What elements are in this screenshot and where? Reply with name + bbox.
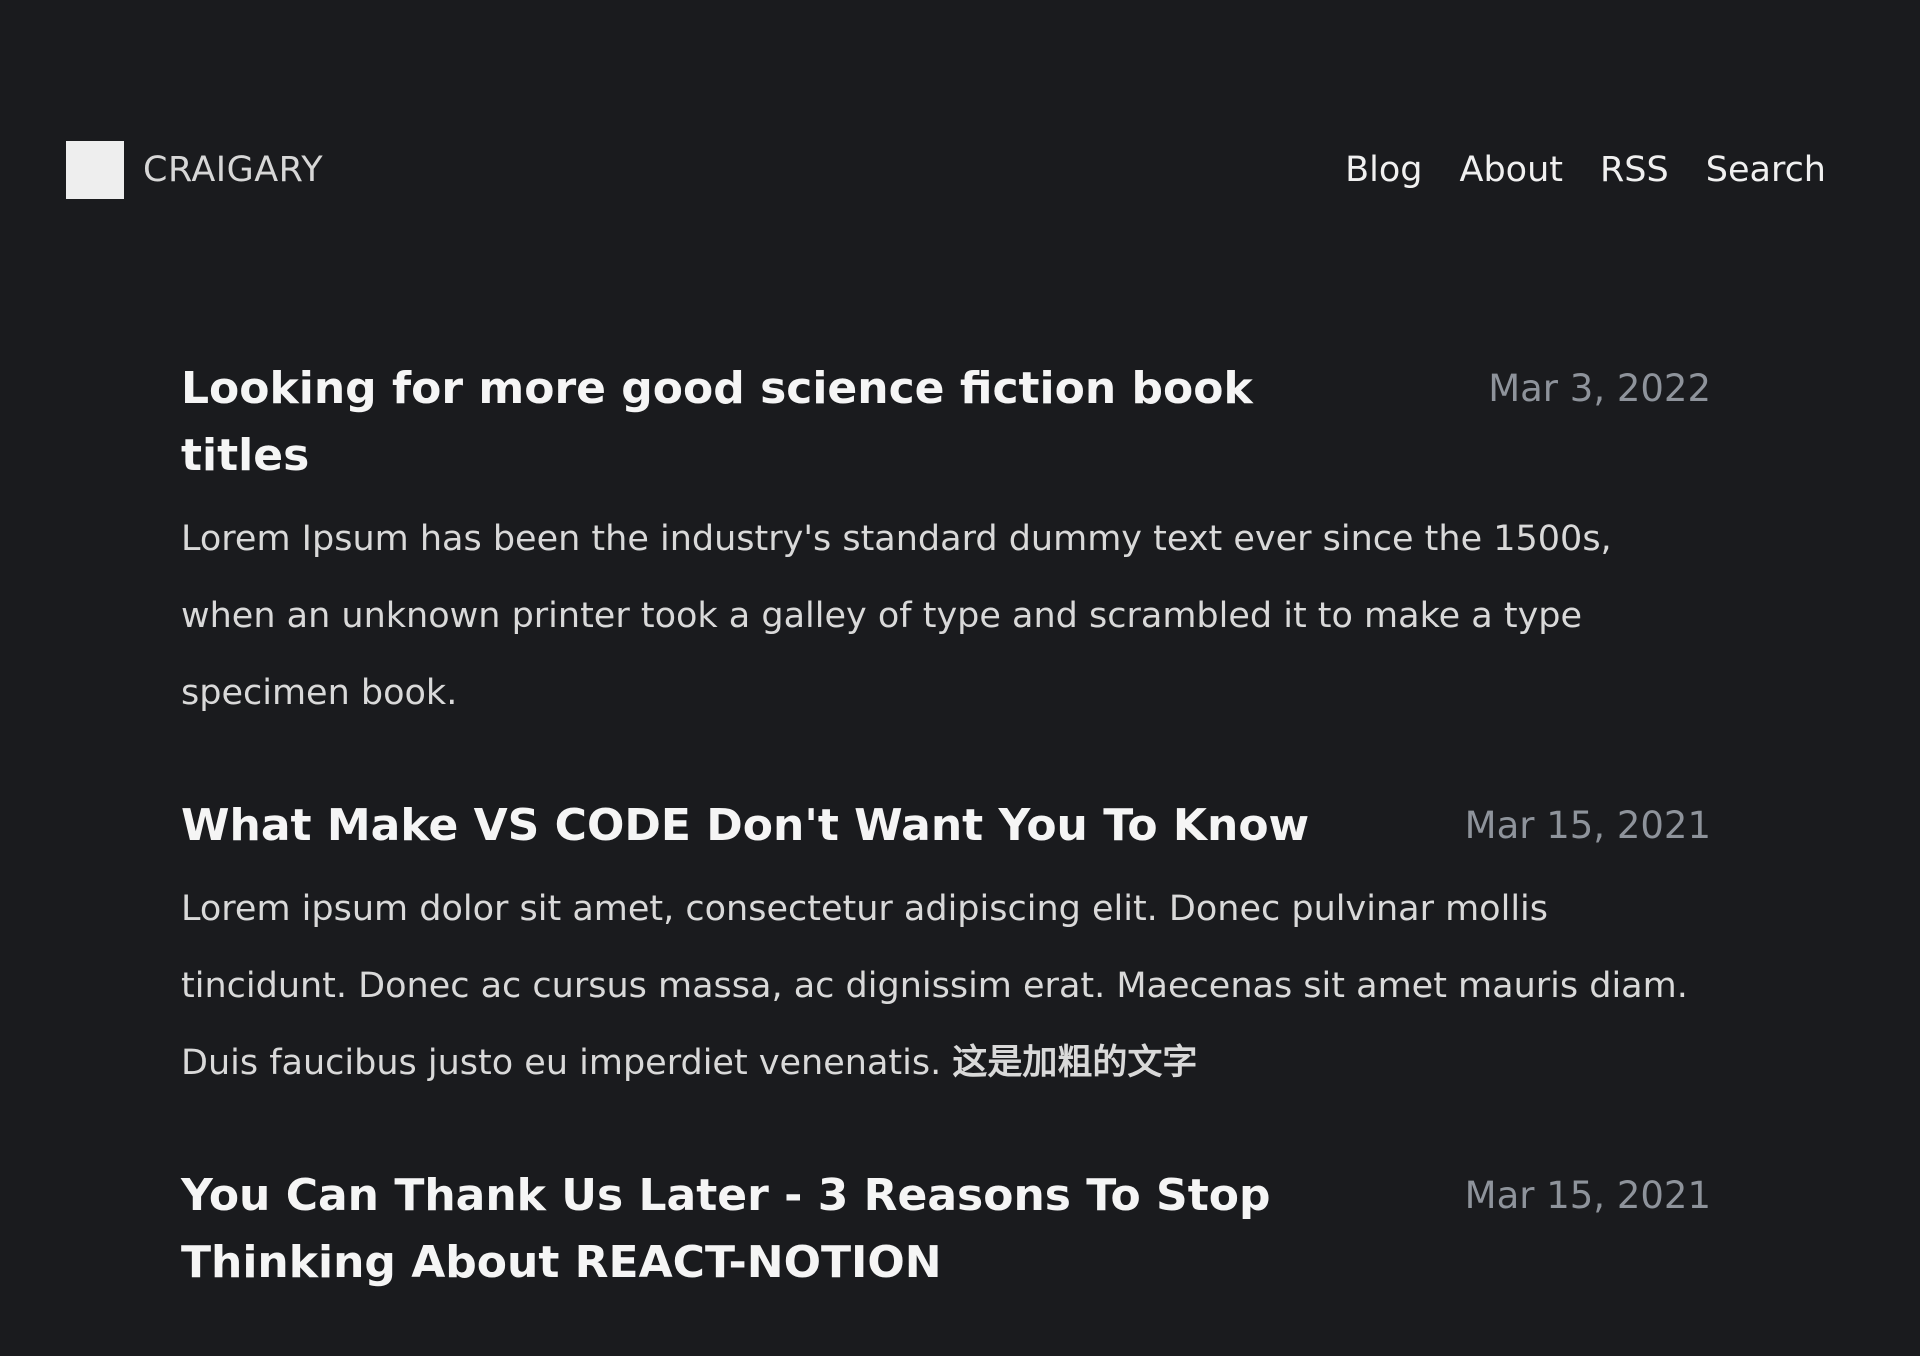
post-title-link[interactable]: What Make VS CODE Don't Want You To Know (181, 792, 1309, 859)
post-header: You Can Thank Us Later - 3 Reasons To St… (181, 1162, 1711, 1296)
post-header: Looking for more good science fiction bo… (181, 355, 1711, 489)
post-summary: Lorem Ipsum has been the industry's stan… (181, 519, 1612, 713)
site-logo[interactable] (66, 141, 124, 199)
post-item: Looking for more good science fiction bo… (181, 355, 1711, 732)
post-title-link[interactable]: Looking for more good science fiction bo… (181, 355, 1381, 489)
post-date: Mar 15, 2021 (1464, 1174, 1711, 1217)
post-date: Mar 3, 2022 (1488, 367, 1711, 410)
nav-rss-link[interactable]: RSS (1600, 150, 1669, 190)
post-item: What Make VS CODE Don't Want You To Know… (181, 792, 1711, 1102)
nav-about-link[interactable]: About (1460, 150, 1563, 190)
nav-search-link[interactable]: Search (1706, 150, 1826, 190)
post-summary: Lorem ipsum dolor sit amet, consectetur … (181, 871, 1711, 1102)
brand[interactable]: CRAIGARY (66, 141, 323, 199)
post-header: What Make VS CODE Don't Want You To Know… (181, 792, 1711, 859)
site-title[interactable]: CRAIGARY (143, 150, 323, 190)
post-summary-text: Lorem ipsum dolor sit amet, consectetur … (181, 889, 1688, 1083)
post-date: Mar 15, 2021 (1464, 804, 1711, 847)
main-nav: Blog About RSS Search (1345, 150, 1826, 190)
post-title-link[interactable]: You Can Thank Us Later - 3 Reasons To St… (181, 1162, 1381, 1296)
post-item: You Can Thank Us Later - 3 Reasons To St… (181, 1162, 1711, 1296)
post-list: Looking for more good science fiction bo… (181, 355, 1711, 1356)
nav-blog-link[interactable]: Blog (1345, 150, 1422, 190)
post-summary-bold-text: 这是加粗的文字 (952, 1043, 1198, 1083)
site-header: CRAIGARY Blog About RSS Search (66, 141, 1826, 199)
